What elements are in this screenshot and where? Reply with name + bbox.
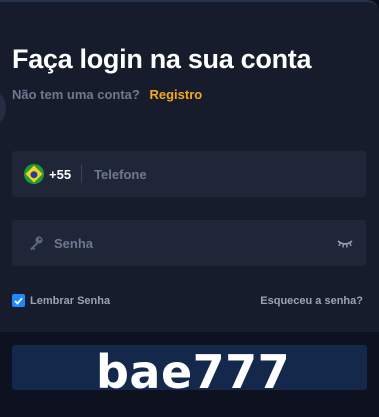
login-panel: Faça login na sua conta Não tem uma cont… (0, 0, 379, 415)
watermark-text: bae777 (96, 345, 290, 399)
remember-label: Lembrar Senha (30, 295, 110, 307)
forgot-password-link[interactable]: Esqueceu a senha? (260, 295, 363, 307)
remember-password[interactable]: Lembrar Senha (12, 294, 110, 307)
country-code[interactable]: +55 (49, 167, 71, 182)
phone-input[interactable] (92, 166, 296, 183)
password-input[interactable] (52, 235, 256, 252)
page-title: Faça login na sua conta (12, 44, 311, 75)
check-icon (14, 297, 23, 305)
field-divider (81, 165, 82, 183)
no-account-text: Não tem uma conta? (12, 87, 140, 102)
eye-closed-icon[interactable] (336, 236, 354, 250)
side-tab-handle (0, 94, 6, 122)
phone-field[interactable]: +55 (12, 151, 366, 197)
brazil-flag-icon[interactable] (24, 164, 44, 184)
remember-checkbox[interactable] (12, 294, 25, 307)
register-link[interactable]: Registro (149, 87, 202, 102)
register-prompt: Não tem uma conta? Registro (12, 87, 202, 102)
key-icon (28, 235, 44, 251)
password-field[interactable] (12, 220, 366, 266)
